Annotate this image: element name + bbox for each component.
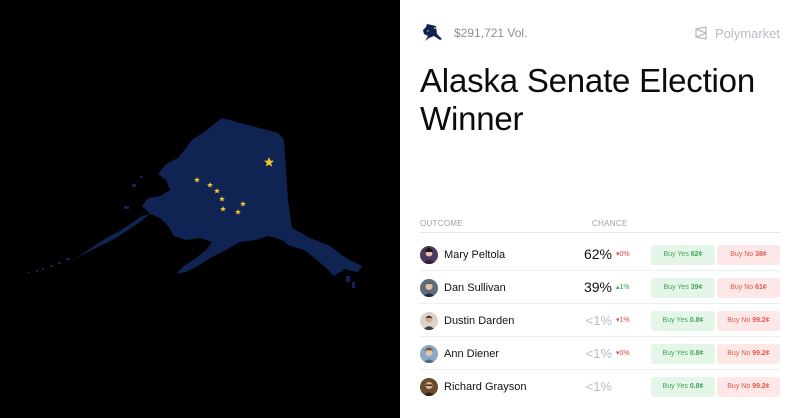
chance-value: 39% — [583, 279, 612, 295]
outcomes-table-header: OUTCOME CHANCE — [420, 219, 780, 233]
outcome-row[interactable]: Ann Diener <1% ▾0% Buy Yes 0.8¢ Buy No 9… — [420, 337, 780, 370]
avatar — [420, 246, 438, 264]
chance-value: <1% — [585, 313, 612, 328]
buy-yes-button[interactable]: Buy Yes 0.8¢ — [651, 344, 715, 364]
alaska-flag-map — [28, 118, 362, 288]
candidate-name: Ann Diener — [444, 348, 500, 360]
chance-change: ▾0% — [616, 251, 630, 258]
buy-no-button[interactable]: Buy No 61¢ — [717, 278, 780, 298]
avatar — [420, 279, 438, 297]
buy-no-button[interactable]: Buy No 99.2¢ — [717, 311, 780, 331]
candidate-name: Dan Sullivan — [444, 282, 506, 294]
chance-change: ▾1% — [616, 317, 630, 324]
chance-value: <1% — [585, 379, 612, 394]
outcome-row[interactable]: Dan Sullivan 39% ▴1% Buy Yes 39¢ Buy No … — [420, 271, 780, 304]
buy-yes-button[interactable]: Buy Yes 0.8¢ — [651, 377, 715, 397]
buy-no-button[interactable]: Buy No 99.2¢ — [717, 344, 780, 364]
buy-yes-button[interactable]: Buy Yes 39¢ — [651, 278, 715, 298]
outcomes-list: Mary Peltola 62% ▾0% Buy Yes 62¢ Buy No … — [420, 238, 780, 403]
outcome-column-header: OUTCOME — [420, 219, 463, 228]
chance-change: ▾0% — [616, 350, 630, 357]
polymarket-brand[interactable]: Polymarket — [694, 26, 780, 41]
chance-column-header: CHANCE — [592, 219, 628, 228]
market-panel: $291,721 Vol. Polymarket Alaska Senate E… — [400, 0, 800, 418]
candidate-name: Dustin Darden — [444, 315, 515, 327]
market-title: Alaska Senate Election Winner — [420, 62, 755, 137]
outcome-row[interactable]: Dustin Darden <1% ▾1% Buy Yes 0.8¢ Buy N… — [420, 304, 780, 337]
chance-value: <1% — [585, 346, 612, 361]
chance-change: ▴1% — [616, 284, 630, 291]
chance-value: 62% — [583, 246, 612, 262]
candidate-name: Richard Grayson — [444, 381, 527, 393]
brand-name: Polymarket — [714, 25, 780, 41]
market-header: $291,721 Vol. Polymarket — [420, 22, 780, 44]
volume-label: $291,721 Vol. — [454, 26, 528, 40]
polymarket-logo-icon — [695, 26, 707, 40]
outcome-row[interactable]: Richard Grayson <1% Buy Yes 0.8¢ Buy No … — [420, 370, 780, 403]
candidate-name: Mary Peltola — [444, 249, 506, 261]
alaska-flag-map-icon — [420, 22, 444, 44]
outcome-row[interactable]: Mary Peltola 62% ▾0% Buy Yes 62¢ Buy No … — [420, 238, 780, 271]
avatar — [420, 378, 438, 396]
avatar — [420, 345, 438, 363]
buy-no-button[interactable]: Buy No 38¢ — [717, 245, 780, 265]
buy-no-button[interactable]: Buy No 99.2¢ — [717, 377, 780, 397]
buy-yes-button[interactable]: Buy Yes 62¢ — [651, 245, 715, 265]
buy-yes-button[interactable]: Buy Yes 0.8¢ — [651, 311, 715, 331]
market-image — [0, 0, 400, 418]
avatar — [420, 312, 438, 330]
